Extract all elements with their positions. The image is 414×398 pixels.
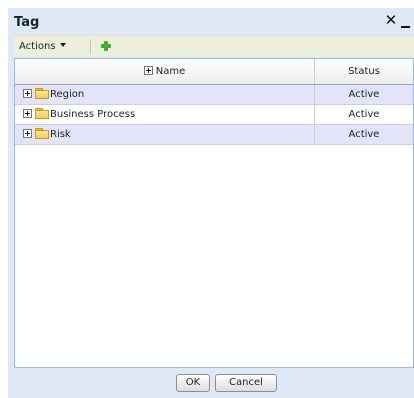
expand-icon[interactable] (23, 109, 32, 118)
expand-all-icon[interactable] (143, 66, 153, 75)
column-header-name[interactable]: Name (15, 59, 315, 84)
ok-button[interactable]: OK (176, 374, 210, 392)
row-status-cell: Active (348, 129, 380, 140)
column-header-name-label: Name (155, 66, 186, 77)
row-status-cell: Active (348, 89, 380, 100)
expand-icon[interactable] (23, 89, 32, 98)
cancel-button[interactable]: Cancel (215, 374, 277, 392)
dropdown-arrow-icon (59, 43, 66, 47)
title-bar[interactable]: Tag ✕ (8, 8, 414, 35)
close-icon[interactable]: ✕ (384, 13, 398, 28)
toolbar: Actions (14, 35, 414, 57)
table-row[interactable]: Business Process Active (15, 105, 413, 125)
row-name-cell: Risk (15, 125, 315, 144)
column-header-status[interactable]: Status (315, 59, 413, 84)
expand-icon[interactable] (23, 129, 32, 138)
row-name-label: Risk (50, 129, 71, 140)
row-name-label: Business Process (50, 109, 136, 120)
row-name-cell: Region (15, 85, 315, 104)
actions-menu-button[interactable]: Actions (19, 39, 66, 54)
column-header-status-label: Status (348, 66, 380, 77)
actions-label: Actions (19, 41, 56, 52)
grid-header: Name Status (15, 59, 413, 85)
row-name-label: Region (50, 89, 85, 100)
row-status-cell: Active (348, 109, 380, 120)
dialog-title: Tag (14, 15, 40, 30)
folder-icon (35, 108, 49, 119)
dialog-footer: OK Cancel (14, 368, 414, 398)
folder-icon (35, 88, 49, 99)
grid-body: Region Active Business Process Active Ri… (15, 85, 413, 145)
table-row[interactable]: Region Active (15, 85, 413, 105)
toolbar-separator (90, 39, 91, 54)
minimize-icon[interactable] (400, 15, 412, 29)
table-row[interactable]: Risk Active (15, 125, 413, 145)
row-name-cell: Business Process (15, 105, 315, 124)
tag-grid: Name Status Region Active Business Proce… (14, 58, 414, 368)
folder-icon (35, 128, 49, 139)
add-icon[interactable] (101, 41, 111, 51)
tag-dialog: Tag ✕ Actions Name Status Region Active (8, 8, 414, 398)
